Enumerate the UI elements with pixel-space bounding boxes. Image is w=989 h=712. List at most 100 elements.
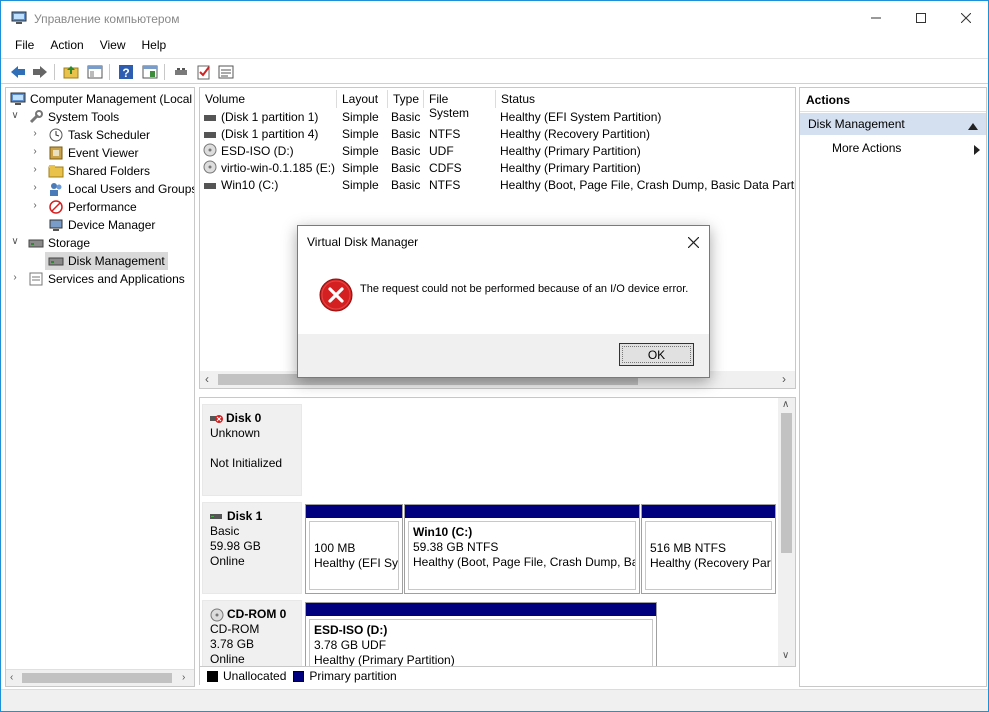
show-hide-tree-icon[interactable] (86, 63, 104, 81)
tree-item-system-tools[interactable]: System Tools (28, 108, 119, 126)
table-row[interactable]: (Disk 1 partition 1) Simple Basic Health… (200, 109, 795, 126)
column-header-type[interactable]: Type (388, 90, 424, 108)
scroll-thumb[interactable] (781, 413, 792, 553)
volume-name: (Disk 1 partition 4) (221, 127, 319, 141)
ok-button[interactable]: OK (619, 343, 694, 366)
cdrom-0-label[interactable]: CD-ROM 0 CD-ROM 3.78 GB Online (202, 600, 302, 666)
back-arrow-icon[interactable] (9, 63, 27, 81)
partition-recovery[interactable]: 516 MB NTFS Healthy (Recovery Part (641, 504, 776, 594)
tree-item-services-applications[interactable]: Services and Applications (28, 270, 185, 288)
menu-help[interactable]: Help (134, 35, 175, 57)
scroll-up-icon[interactable]: ∧ (782, 399, 789, 410)
services-icon (28, 271, 44, 287)
partition-bar (306, 603, 656, 616)
computer-management-icon (11, 11, 27, 25)
scroll-right-icon[interactable]: › (182, 672, 185, 683)
partition-efi[interactable]: 100 MB Healthy (EFI Sys (305, 504, 403, 594)
tree-item-local-users[interactable]: Local Users and Groups (48, 180, 194, 198)
dialog-title: Virtual Disk Manager (307, 235, 419, 249)
disk-size: 59.98 GB (210, 539, 261, 553)
dialog-close-button[interactable] (683, 232, 703, 252)
column-header-layout[interactable]: Layout (337, 90, 388, 108)
scroll-right-icon[interactable]: › (782, 372, 786, 386)
table-row[interactable]: virtio-win-0.1.185 (E:) Simple Basic CDF… (200, 160, 795, 177)
help-icon[interactable]: ? (117, 63, 135, 81)
volume-layout: Simple (342, 144, 379, 158)
table-row[interactable]: Win10 (C:) Simple Basic NTFS Healthy (Bo… (200, 177, 795, 194)
partition-esd-iso[interactable]: ESD-ISO (D:) 3.78 GB UDF Healthy (Primar… (305, 602, 657, 666)
scroll-left-icon[interactable]: ‹ (10, 672, 13, 683)
actions-section-disk-management[interactable]: Disk Management (800, 113, 986, 135)
tree-item-device-manager[interactable]: Device Manager (48, 216, 155, 234)
scroll-down-icon[interactable]: ∨ (782, 650, 789, 661)
partition-bar (405, 505, 639, 518)
cd-drive-icon (203, 143, 217, 160)
disk-vertical-scrollbar[interactable]: ∧ ∨ (778, 398, 795, 666)
partition-win10[interactable]: Win10 (C:) 59.38 GB NTFS Healthy (Boot, … (404, 504, 640, 594)
tree-item-shared-folders[interactable]: Shared Folders (48, 162, 150, 180)
clock-icon (48, 127, 64, 143)
column-header-volume[interactable]: Volume (200, 90, 337, 108)
menu-action[interactable]: Action (42, 35, 91, 57)
tree-item-disk-management[interactable]: Disk Management (45, 252, 168, 270)
table-row[interactable]: ESD-ISO (D:) Simple Basic UDF Healthy (P… (200, 143, 795, 160)
checklist-icon[interactable] (195, 63, 213, 81)
column-header-status[interactable]: Status (496, 90, 795, 108)
volume-name: (Disk 1 partition 1) (221, 110, 319, 124)
volume-drive-icon (204, 180, 216, 194)
submenu-arrow-icon[interactable] (974, 144, 980, 158)
status-bar (1, 689, 988, 711)
maximize-button[interactable] (898, 1, 944, 35)
partition-size: 516 MB NTFS (650, 541, 727, 555)
collapse-chevron-icon[interactable]: ∨ (10, 236, 20, 247)
collapse-chevron-icon[interactable]: ∨ (10, 110, 20, 121)
tree-item-task-scheduler[interactable]: Task Scheduler (48, 126, 150, 144)
volume-drive-icon (204, 112, 216, 126)
dialog-footer: OK (298, 334, 709, 377)
scroll-left-icon[interactable]: ‹ (205, 372, 209, 386)
partition-status: Healthy (Recovery Part (650, 556, 772, 570)
up-folder-icon[interactable] (62, 63, 80, 81)
table-row[interactable]: (Disk 1 partition 4) Simple Basic NTFS H… (200, 126, 795, 143)
expand-chevron-icon[interactable]: › (10, 272, 20, 283)
expand-chevron-icon[interactable]: › (30, 128, 40, 139)
menu-view[interactable]: View (92, 35, 134, 57)
tree-label: Event Viewer (68, 146, 139, 160)
partition-size: 59.38 GB NTFS (413, 540, 499, 554)
title-bar: Управление компьютером (1, 1, 988, 35)
volume-status: Healthy (EFI System Partition) (500, 110, 662, 124)
disk-0-area[interactable] (304, 404, 778, 496)
cd-drive-icon (210, 608, 224, 622)
list-icon[interactable] (217, 63, 235, 81)
tree-item-event-viewer[interactable]: Event Viewer (48, 144, 138, 162)
tools-icon (28, 109, 44, 125)
disk-drive-icon (210, 510, 224, 524)
expand-chevron-icon[interactable]: › (30, 182, 40, 193)
partition-status: Healthy (Boot, Page File, Crash Dump, Ba… (413, 555, 636, 569)
users-icon (48, 181, 64, 197)
toolbar: ? (1, 58, 988, 84)
volume-status: Healthy (Primary Partition) (500, 144, 641, 158)
tree-item-storage[interactable]: Storage (28, 234, 90, 252)
column-header-file-system[interactable]: File System (424, 90, 496, 120)
close-button[interactable] (943, 1, 989, 35)
volume-status: Healthy (Recovery Partition) (500, 127, 651, 141)
tree-horizontal-scrollbar[interactable]: ‹ › (6, 669, 194, 686)
disk-state: Online (210, 554, 245, 568)
expand-chevron-icon[interactable]: › (30, 146, 40, 157)
expand-chevron-icon[interactable]: › (30, 164, 40, 175)
minimize-button[interactable] (853, 1, 899, 35)
more-actions-item[interactable]: More Actions (832, 141, 901, 155)
partition-status: Healthy (EFI Sys (314, 556, 399, 570)
tree-item-computer-management[interactable]: Computer Management (Local (10, 90, 192, 108)
disk-0-label[interactable]: Disk 0 Unknown Not Initialized (202, 404, 302, 496)
forward-arrow-icon[interactable] (31, 63, 49, 81)
expand-chevron-icon[interactable]: › (30, 200, 40, 211)
menu-file[interactable]: File (7, 35, 42, 57)
tree-item-performance[interactable]: Performance (48, 198, 137, 216)
disk-1-label[interactable]: Disk 1 Basic 59.98 GB Online (202, 502, 302, 594)
collapse-triangle-icon[interactable] (968, 119, 978, 133)
scroll-thumb[interactable] (22, 673, 172, 683)
properties-icon[interactable] (141, 63, 159, 81)
connect-icon[interactable] (172, 63, 190, 81)
